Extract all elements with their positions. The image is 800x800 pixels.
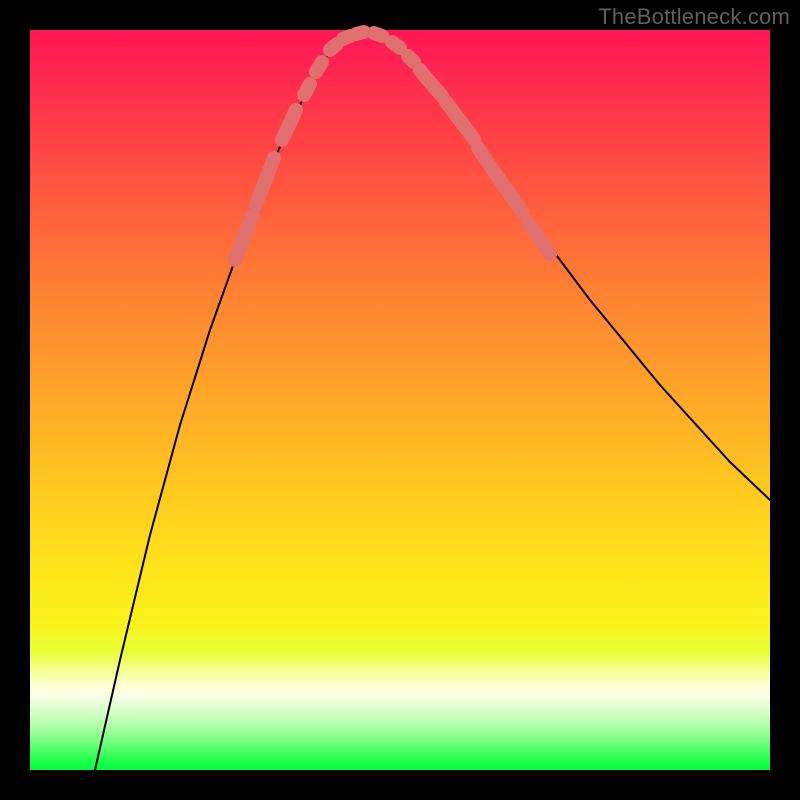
- bead-segment: [356, 32, 364, 34]
- bead-segment: [256, 158, 274, 205]
- bead-segment: [343, 36, 350, 39]
- curve-bead-markers: [235, 32, 550, 260]
- bead-segment: [282, 110, 296, 140]
- frame: TheBottleneck.com: [0, 0, 800, 800]
- bead-segment: [478, 148, 522, 212]
- chart-svg: [30, 30, 770, 770]
- bead-segment: [316, 62, 322, 72]
- bead-segment: [408, 56, 414, 62]
- bead-segment: [528, 222, 550, 254]
- bead-segment: [392, 42, 400, 48]
- bead-segment: [330, 44, 337, 50]
- bead-segment: [428, 80, 442, 96]
- bead-segment: [235, 215, 253, 260]
- bottleneck-curve: [95, 32, 770, 770]
- bead-segment: [446, 102, 474, 139]
- bead-segment: [374, 33, 382, 36]
- watermark-text: TheBottleneck.com: [598, 4, 790, 30]
- bead-segment: [304, 84, 310, 95]
- plot-area: [30, 30, 770, 770]
